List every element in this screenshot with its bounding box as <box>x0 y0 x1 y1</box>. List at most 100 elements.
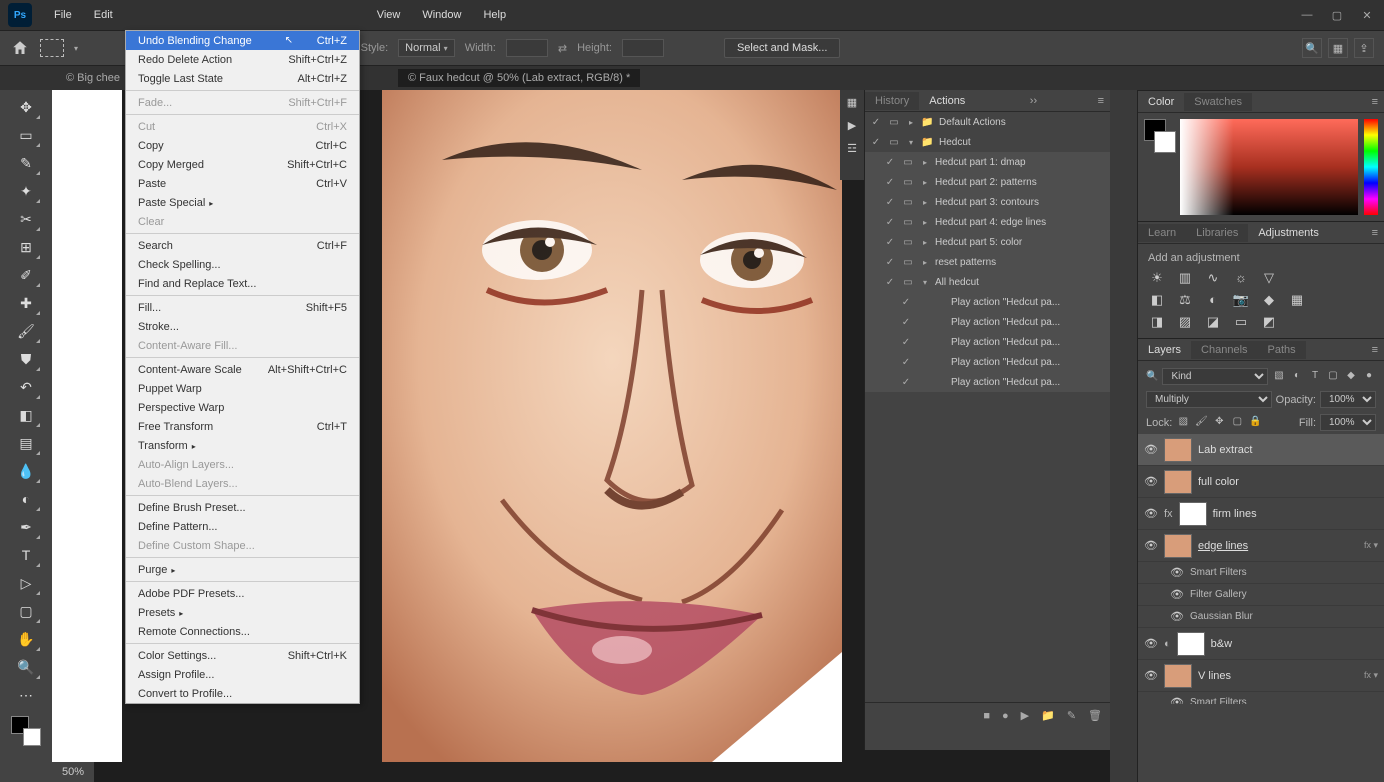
edit-item-copy-merged[interactable]: Copy MergedShift+Ctrl+C <box>126 155 359 174</box>
edit-item-define-brush-preset[interactable]: Define Brush Preset... <box>126 498 359 517</box>
brush-tool[interactable]: 🖌 <box>11 318 41 344</box>
share-icon[interactable]: ⇪ <box>1354 38 1374 58</box>
curves-icon[interactable]: ∿ <box>1204 270 1222 286</box>
height-field[interactable] <box>622 39 664 57</box>
zoom-level[interactable]: 50% <box>62 766 84 778</box>
bw-icon[interactable]: ◐ <box>1204 292 1222 308</box>
edit-item-puppet-warp[interactable]: Puppet Warp <box>126 379 359 398</box>
edit-item-free-transform[interactable]: Free TransformCtrl+T <box>126 417 359 436</box>
edit-item-stroke[interactable]: Stroke... <box>126 317 359 336</box>
layers-flyout-icon[interactable]: ≡ <box>1366 344 1384 356</box>
gradient-tool[interactable]: ▤ <box>11 430 41 456</box>
tab-swatches[interactable]: Swatches <box>1184 93 1252 111</box>
layer-row[interactable]: 👁fxfirm lines <box>1138 498 1384 530</box>
layer-row[interactable]: 👁◐b&w <box>1138 628 1384 660</box>
vibrance-icon[interactable]: ▽ <box>1260 270 1278 286</box>
layer-filter-item[interactable]: 👁Gaussian Blur <box>1138 606 1384 628</box>
path-select-tool[interactable]: ▷ <box>11 570 41 596</box>
edit-item-adobe-pdf-presets[interactable]: Adobe PDF Presets... <box>126 584 359 603</box>
zoom-tool[interactable]: 🔍 <box>11 654 41 680</box>
layer-row[interactable]: 👁V linesfx ▾ <box>1138 660 1384 692</box>
layer-filter-kind[interactable]: Kind <box>1162 368 1268 385</box>
eyedropper-tool[interactable]: ✐ <box>11 262 41 288</box>
filter-shape-icon[interactable]: ▢ <box>1326 370 1340 384</box>
new-action-icon[interactable]: ✎ <box>1067 709 1076 722</box>
edit-item-purge[interactable]: Purge <box>126 560 359 579</box>
menu-file[interactable]: File <box>44 5 82 25</box>
frame-tool[interactable]: ⊞ <box>11 234 41 260</box>
edit-item-check-spelling[interactable]: Check Spelling... <box>126 255 359 274</box>
edit-item-assign-profile[interactable]: Assign Profile... <box>126 665 359 684</box>
blur-tool[interactable]: 💧 <box>11 458 41 484</box>
edit-item-undo-blending-change[interactable]: Undo Blending ChangeCtrl+Z↖ <box>126 31 359 50</box>
action-row[interactable]: ✓Play action "Hedcut pa... <box>865 312 1110 332</box>
invert-icon[interactable]: ◨ <box>1148 314 1166 330</box>
edit-item-find-and-replace-text[interactable]: Find and Replace Text... <box>126 274 359 293</box>
maximize-icon[interactable]: ▢ <box>1328 9 1346 22</box>
healing-tool[interactable]: ✚ <box>11 290 41 316</box>
gradientmap-icon[interactable]: ▭ <box>1232 314 1250 330</box>
menu-help[interactable]: Help <box>473 5 516 25</box>
color-swatches[interactable] <box>11 716 41 746</box>
tab-channels[interactable]: Channels <box>1191 341 1257 359</box>
home-icon[interactable] <box>10 39 30 57</box>
edit-item-content-aware-scale[interactable]: Content-Aware ScaleAlt+Shift+Ctrl+C <box>126 360 359 379</box>
photofilter-icon[interactable]: 📷 <box>1232 292 1250 308</box>
action-row[interactable]: ✓▭▸Hedcut part 5: color <box>865 232 1110 252</box>
tab-layers[interactable]: Layers <box>1138 341 1191 359</box>
tab-history[interactable]: History <box>865 92 919 110</box>
lock-paint-icon[interactable]: 🖌 <box>1194 416 1208 430</box>
edit-item-perspective-warp[interactable]: Perspective Warp <box>126 398 359 417</box>
stamp-tool[interactable]: ⛊ <box>11 346 41 372</box>
pen-tool[interactable]: ✒ <box>11 514 41 540</box>
history-brush-tool[interactable]: ↶ <box>11 374 41 400</box>
edit-item-search[interactable]: SearchCtrl+F <box>126 236 359 255</box>
posterize-icon[interactable]: ▨ <box>1176 314 1194 330</box>
edit-item-redo-delete-action[interactable]: Redo Delete ActionShift+Ctrl+Z <box>126 50 359 69</box>
search-icon[interactable]: 🔍 <box>1302 38 1322 58</box>
background-color[interactable] <box>23 728 41 746</box>
layer-row[interactable]: 👁edge linesfx ▾ <box>1138 530 1384 562</box>
fill-value[interactable]: 100% <box>1320 414 1376 431</box>
menu-window[interactable]: Window <box>412 5 471 25</box>
crop-tool[interactable]: ✂ <box>11 206 41 232</box>
action-row[interactable]: ✓Play action "Hedcut pa... <box>865 292 1110 312</box>
tab-libraries[interactable]: Libraries <box>1186 224 1248 242</box>
edit-item-remote-connections[interactable]: Remote Connections... <box>126 622 359 641</box>
tab-actions[interactable]: Actions <box>919 92 975 110</box>
quick-select-tool[interactable]: ✦ <box>11 178 41 204</box>
edit-item-paste-special[interactable]: Paste Special <box>126 193 359 212</box>
edit-item-toggle-last-state[interactable]: Toggle Last StateAlt+Ctrl+Z <box>126 69 359 88</box>
layer-filter-item[interactable]: 👁Smart Filters <box>1138 562 1384 584</box>
colorlookup-icon[interactable]: ▦ <box>1288 292 1306 308</box>
edit-item-presets[interactable]: Presets <box>126 603 359 622</box>
close-icon[interactable]: ✕ <box>1358 9 1376 22</box>
select-and-mask-button[interactable]: Select and Mask... <box>724 38 841 58</box>
action-row[interactable]: ✓▭▸reset patterns <box>865 252 1110 272</box>
color-flyout-icon[interactable]: ≡ <box>1366 96 1384 108</box>
action-row[interactable]: ✓▭▾📁Hedcut <box>865 132 1110 152</box>
hue-icon[interactable]: ◧ <box>1148 292 1166 308</box>
levels-icon[interactable]: ▥ <box>1176 270 1194 286</box>
edit-item-fill[interactable]: Fill...Shift+F5 <box>126 298 359 317</box>
actions-collapse-icon[interactable]: ›› <box>1024 95 1043 107</box>
exposure-icon[interactable]: ☼ <box>1232 270 1250 286</box>
edit-item-transform[interactable]: Transform <box>126 436 359 455</box>
actions-flyout-icon[interactable]: ≡ <box>1092 95 1110 107</box>
workspace-icon[interactable]: ▦ <box>1328 38 1348 58</box>
tab-learn[interactable]: Learn <box>1138 224 1186 242</box>
filter-smart-icon[interactable]: ◆ <box>1344 370 1358 384</box>
action-row[interactable]: ✓Play action "Hedcut pa... <box>865 372 1110 392</box>
lasso-tool[interactable]: ✎ <box>11 150 41 176</box>
lock-all-icon[interactable]: 🔒 <box>1248 416 1262 430</box>
channelmix-icon[interactable]: ◆ <box>1260 292 1278 308</box>
selectivecolor-icon[interactable]: ◩ <box>1260 314 1278 330</box>
record-icon[interactable]: ● <box>1002 710 1009 722</box>
history-icon[interactable]: ▦ <box>847 96 857 109</box>
color-field[interactable] <box>1180 119 1358 215</box>
lock-pixels-icon[interactable]: ▧ <box>1176 416 1190 430</box>
filter-toggle-icon[interactable]: ● <box>1362 370 1376 384</box>
hue-slider[interactable] <box>1364 119 1378 215</box>
menu-view[interactable]: View <box>367 5 411 25</box>
action-row[interactable]: ✓▭▸Hedcut part 1: dmap <box>865 152 1110 172</box>
